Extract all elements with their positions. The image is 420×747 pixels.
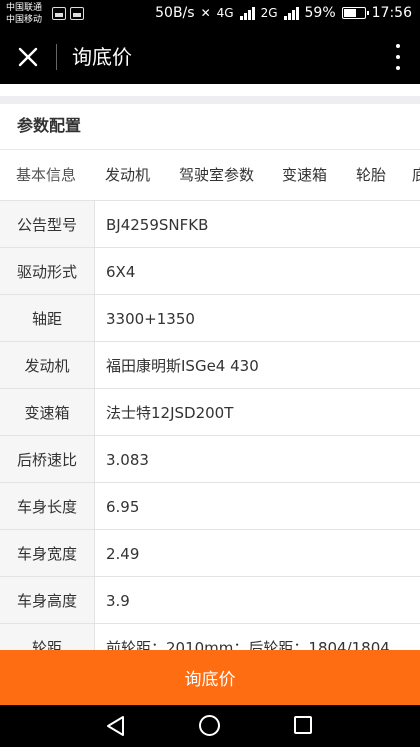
spec-value: 2.49 [106,544,140,563]
tab-engine[interactable]: 发动机 [105,165,150,185]
spec-value: BJ4259SNFKB [106,215,209,234]
table-row: 后桥速比 3.083 [0,435,420,483]
spec-key: 后桥速比 [0,436,95,483]
spec-key: 车身长度 [0,483,95,530]
spec-value: 3.083 [106,450,149,469]
carrier-1: 中国联通 [6,3,43,13]
tab-cab[interactable]: 驾驶室参数 [179,165,254,185]
section-title: 参数配置 [17,116,82,135]
spec-value: 福田康明斯ISGe4 430 [106,357,259,375]
more-vertical-icon-dot [396,44,400,48]
vibrate-off-icon: ✕ [200,6,211,20]
tab-chassis[interactable]: 底 [412,165,420,185]
battery-icon [341,7,369,19]
spec-table: 公告型号 BJ4259SNFKB 驱动形式 6X4 轴距 3300+1350 发… [0,200,420,671]
spec-value: 6.95 [106,497,140,516]
spec-key: 变速箱 [0,389,95,436]
carrier-2: 中国移动 [6,15,43,25]
notification-image-icon [52,7,66,20]
system-nav-bar [0,705,420,747]
spec-tabs: 基本信息 发动机 驾驶室参数 变速箱 轮胎 底 [0,150,420,200]
back-triangle-icon [107,716,124,736]
spec-key: 公告型号 [0,201,95,248]
table-row: 发动机 福田康明斯ISGe4 430 [0,341,420,389]
nav-back-button[interactable] [105,715,127,741]
more-vertical-icon-dot [396,55,400,59]
spec-key: 车身宽度 [0,530,95,577]
table-row: 变速箱 法士特12JSD200T [0,388,420,436]
table-row: 驱动形式 6X4 [0,247,420,295]
table-row: 公告型号 BJ4259SNFKB [0,200,420,248]
page-title: 询底价 [72,45,132,69]
table-row: 车身宽度 2.49 [0,529,420,577]
nav-home-button[interactable] [199,715,220,736]
tab-basic-info[interactable]: 基本信息 [16,165,76,185]
spec-key: 驱动形式 [0,248,95,295]
table-row: 车身长度 6.95 [0,482,420,530]
close-icon [18,47,38,67]
network-speed: 50B/s [155,5,195,21]
spec-value: 法士特12JSD200T [106,404,234,422]
nav-recent-apps-button[interactable] [294,716,312,734]
carrier-info: 中国联通 中国移动 [6,2,42,26]
signal-2g-icon [283,6,299,20]
spec-key: 轴距 [0,295,95,342]
app-bar-divider [56,44,57,70]
spec-value: 3.9 [106,591,130,610]
section-separator [0,96,420,104]
spec-value: 6X4 [106,262,136,281]
spec-key: 发动机 [0,342,95,389]
spec-key: 车身高度 [0,577,95,624]
tab-tires[interactable]: 轮胎 [356,165,386,185]
network-2g-label: 2G [260,6,278,20]
close-button[interactable] [10,39,46,75]
app-bar: 询底价 [0,30,420,84]
signal-4g-icon [239,6,255,20]
network-4g-label: 4G [216,6,234,20]
table-row: 轴距 3300+1350 [0,294,420,342]
clock: 17:56 [371,5,412,21]
tab-gearbox[interactable]: 变速箱 [282,165,327,185]
more-vertical-icon-dot [396,66,400,70]
inquire-price-button[interactable]: 询底价 [0,650,420,705]
status-bar: 中国联通 中国移动 50B/s ✕ 4G 2G 59% 17:56 [0,0,420,30]
more-menu-button[interactable] [392,42,404,72]
notification-icons [52,7,84,20]
status-right: 50B/s ✕ 4G 2G 59% 17:56 [155,5,412,21]
spec-value: 3300+1350 [106,309,195,328]
notification-photo-icon [70,7,84,20]
table-row: 车身高度 3.9 [0,576,420,624]
battery-percent: 59% [304,5,336,21]
